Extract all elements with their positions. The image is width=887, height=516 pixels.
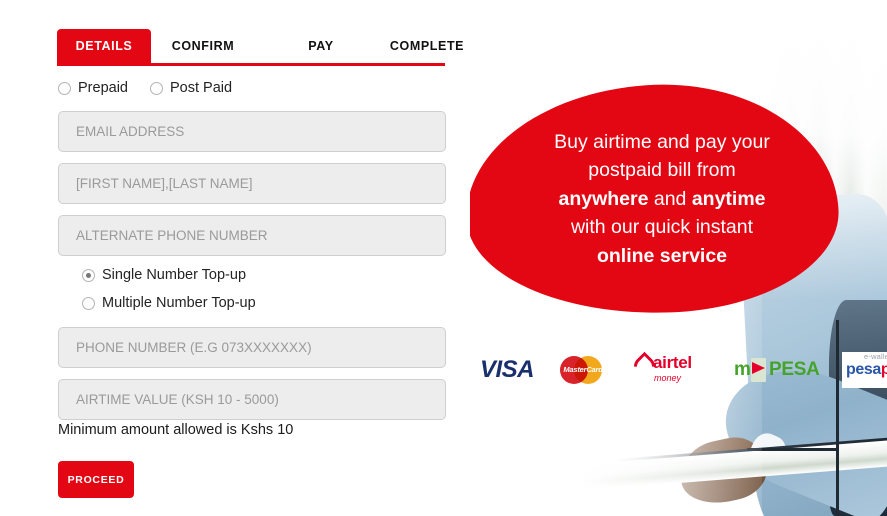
promo-message: Buy airtime and pay your postpaid bill f…: [466, 85, 838, 313]
checkout-step-tabs: DETAILS CONFIRM PAY COMPLETE: [57, 29, 464, 66]
tab-complete[interactable]: COMPLETE: [377, 29, 477, 63]
mpesa-arrow-icon: [752, 362, 765, 374]
visa-logo: VISA: [480, 358, 538, 382]
pesapal-logo-text: pesapal: [846, 361, 887, 379]
promo-line-3: anywhere and anytime: [558, 187, 766, 210]
promo-line-4: with our quick instant: [570, 216, 754, 239]
pesapal-ewallet-label: e-wallet: [864, 352, 887, 361]
pesapal-logo-text-pal: pal: [880, 361, 887, 378]
tab-details[interactable]: DETAILS: [57, 29, 151, 63]
account-type-radio-group: Prepaid Post Paid: [58, 80, 232, 96]
mpesa-logo-pesa: PESA: [769, 359, 820, 380]
radio-label-single-topup: Single Number Top-up: [102, 267, 247, 283]
promo-line-1: Buy airtime and pay your: [554, 130, 770, 153]
email-input[interactable]: [58, 111, 446, 152]
airtel-money-subtext: money: [654, 373, 682, 383]
mastercard-logo-text: MasterCard: [563, 365, 603, 374]
mpesa-logo-m: m: [734, 359, 751, 380]
radio-option-prepaid[interactable]: Prepaid: [58, 80, 128, 96]
radio-option-postpaid[interactable]: Post Paid: [149, 80, 233, 96]
pesapal-logo: e-wallet pesapal: [842, 352, 887, 388]
promo-line-5: online service: [596, 244, 728, 267]
airtel-logo-text: airtel: [653, 353, 692, 372]
airtime-purchase-page: DETAILS CONFIRM PAY COMPLETE Prepaid Pos…: [0, 0, 887, 516]
promo-line-2: postpaid bill from: [588, 159, 736, 182]
airtime-value-input[interactable]: [58, 379, 446, 420]
full-name-input[interactable]: [58, 163, 446, 204]
radio-icon-multiple-topup[interactable]: [82, 296, 95, 310]
minimum-amount-hint: Minimum amount allowed is Kshs 10: [58, 422, 294, 438]
alternate-phone-input[interactable]: [58, 215, 446, 256]
radio-icon-postpaid[interactable]: [149, 81, 163, 95]
airtel-money-logo: airtel money: [629, 351, 708, 388]
proceed-button[interactable]: PROCEED: [58, 461, 134, 498]
mpesa-logo: m PESA: [734, 357, 820, 383]
pesapal-logo-text-pesa: pesa: [846, 361, 881, 378]
radio-icon-single-topup[interactable]: [82, 268, 95, 282]
tab-confirm[interactable]: CONFIRM: [155, 29, 251, 63]
visa-logo-text: VISA: [480, 356, 535, 383]
radio-label-prepaid: Prepaid: [78, 80, 128, 96]
payment-methods-strip: VISA MasterCard airtel money m PESA e-wa…: [480, 348, 887, 392]
form-panel: DETAILS CONFIRM PAY COMPLETE Prepaid Pos…: [0, 0, 470, 516]
promo-panel: Buy airtime and pay your postpaid bill f…: [462, 0, 887, 516]
radio-icon-prepaid[interactable]: [58, 81, 71, 95]
phone-number-input[interactable]: [58, 327, 446, 368]
radio-option-multiple-topup[interactable]: Multiple Number Top-up: [82, 295, 256, 311]
mastercard-logo: MasterCard: [558, 353, 614, 387]
radio-option-single-topup[interactable]: Single Number Top-up: [82, 267, 256, 283]
topup-type-radio-group: Single Number Top-up Multiple Number Top…: [82, 267, 256, 323]
radio-label-multiple-topup: Multiple Number Top-up: [102, 295, 256, 311]
tab-pay[interactable]: PAY: [297, 29, 345, 63]
radio-label-postpaid: Post Paid: [169, 80, 233, 96]
